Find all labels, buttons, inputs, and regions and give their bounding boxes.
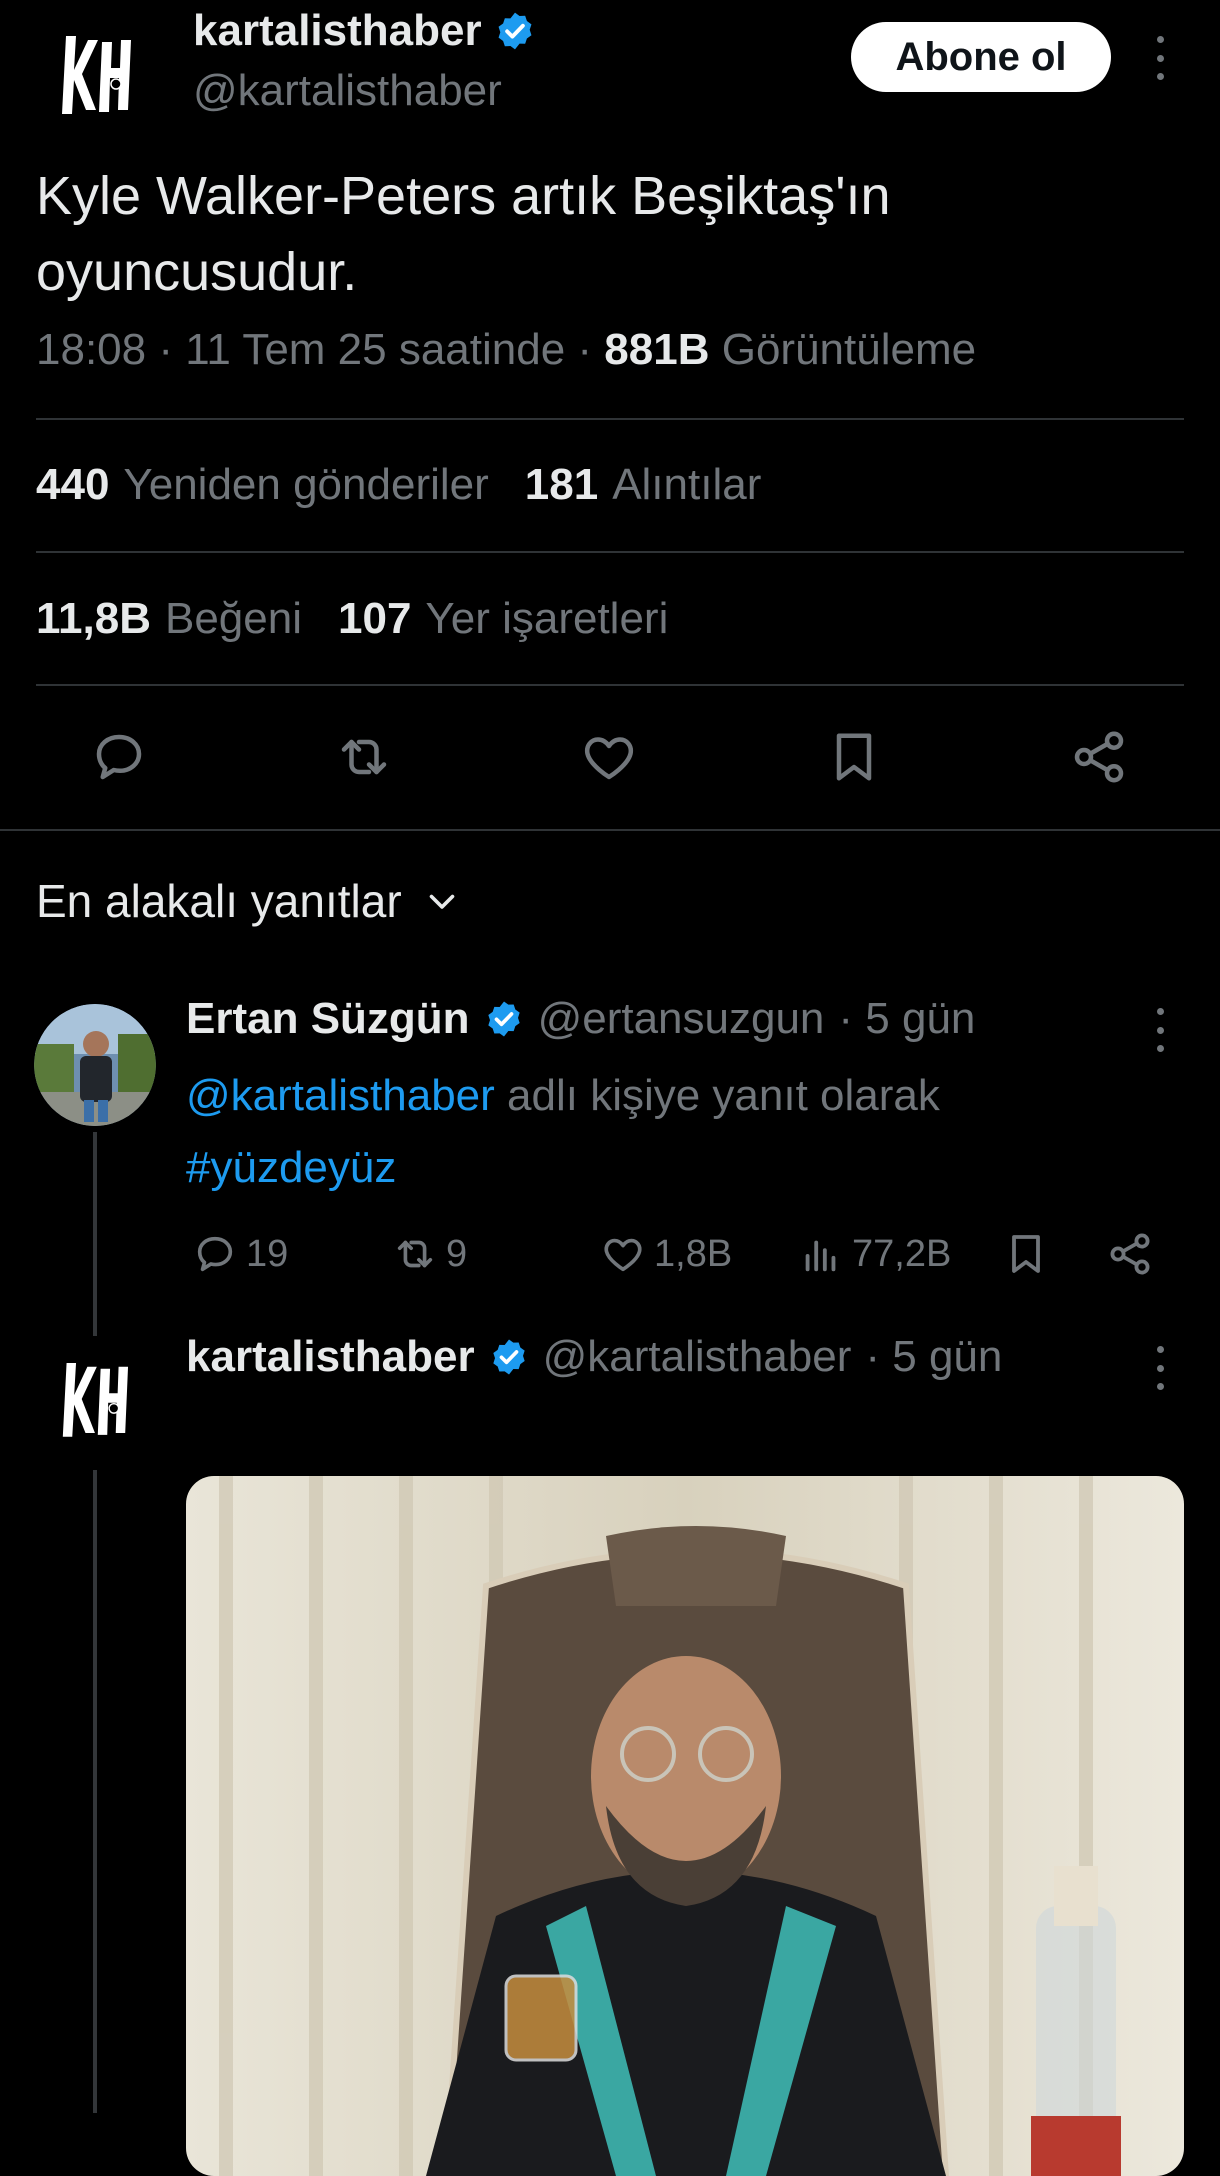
reply-author-handle[interactable]: @ertansuzgun bbox=[538, 994, 825, 1044]
likes-label: Beğeni bbox=[164, 594, 302, 643]
reply-author-name[interactable]: Ertan Süzgün bbox=[186, 994, 470, 1044]
section-divider bbox=[0, 829, 1220, 831]
chevron-down-icon bbox=[429, 894, 454, 909]
divider bbox=[36, 551, 1184, 553]
repost-button[interactable] bbox=[329, 722, 399, 792]
stats-row-2: 11,8B Beğeni 107 Yer işaretleri bbox=[36, 594, 668, 644]
author-handle[interactable]: @kartalisthaber bbox=[193, 66, 502, 116]
repost-icon bbox=[397, 1240, 433, 1268]
reply-author-handle[interactable]: @kartalisthaber bbox=[543, 1332, 852, 1382]
more-icon[interactable] bbox=[1150, 36, 1170, 80]
bookmarks-count: 107 bbox=[338, 594, 412, 643]
reply-button[interactable]: 19 bbox=[192, 1222, 288, 1286]
repost-count: 9 bbox=[446, 1232, 468, 1275]
tweet-time[interactable]: 18:08 · 11 Tem 25 saatinde · bbox=[36, 325, 604, 374]
bookmark-button[interactable] bbox=[819, 722, 889, 792]
more-icon[interactable] bbox=[1150, 1346, 1170, 1390]
reply-icon bbox=[96, 734, 142, 780]
reposts-label: Yeniden gönderiler bbox=[123, 460, 489, 509]
more-icon[interactable] bbox=[1150, 1008, 1170, 1052]
reply-header: Ertan Süzgün @ertansuzgun · 5 gün bbox=[186, 994, 975, 1044]
repost-icon bbox=[341, 739, 387, 775]
reply-icon bbox=[197, 1236, 233, 1272]
verified-badge-icon bbox=[498, 12, 532, 50]
repost-button[interactable]: 9 bbox=[392, 1222, 467, 1286]
bookmark-button[interactable] bbox=[1002, 1222, 1050, 1286]
thread-line bbox=[93, 1470, 97, 2113]
replies-sort-dropdown[interactable]: En alakalı yanıtlar bbox=[36, 874, 460, 928]
quotes-stat[interactable]: 181 Alıntılar bbox=[525, 460, 762, 510]
reply-action-bar: 19 9 1,8B 77,2B bbox=[186, 1222, 1166, 1286]
replies-sort-label: En alakalı yanıtlar bbox=[36, 875, 402, 927]
reply-time[interactable]: · 5 gün bbox=[838, 994, 975, 1044]
reply-count: 19 bbox=[246, 1232, 289, 1275]
like-icon bbox=[584, 737, 634, 780]
mention-link[interactable]: @kartalisthaber bbox=[186, 1071, 495, 1120]
tweet-meta: 18:08 · 11 Tem 25 saatinde · 881B Görünt… bbox=[36, 325, 976, 375]
reply-to-text: adlı kişiye yanıt olarak bbox=[494, 1071, 940, 1120]
like-button[interactable] bbox=[574, 722, 644, 792]
reply-body: @kartalisthaber adlı kişiye yanıt olarak… bbox=[186, 1060, 1086, 1204]
reply-time[interactable]: · 5 gün bbox=[865, 1332, 1002, 1382]
views-button[interactable]: 77,2B bbox=[798, 1222, 951, 1286]
quotes-count: 181 bbox=[524, 460, 599, 509]
share-icon bbox=[1074, 731, 1124, 783]
views-label: Görüntüleme bbox=[721, 325, 977, 374]
divider bbox=[36, 684, 1184, 686]
tweet-action-bar bbox=[36, 722, 1184, 792]
kartalisthaber-logo[interactable] bbox=[42, 1346, 146, 1450]
follow-button[interactable]: Abone ol bbox=[851, 22, 1111, 92]
reposts-count: 440 bbox=[36, 460, 110, 509]
thread-line bbox=[93, 1132, 97, 1336]
views-count: 881B bbox=[604, 325, 710, 374]
like-count: 1,8B bbox=[654, 1232, 733, 1275]
stats-row-1: 440 Yeniden gönderiler 181 Alıntılar bbox=[36, 460, 761, 510]
divider bbox=[36, 418, 1184, 420]
reply-header: kartalisthaber @kartalisthaber · 5 gün bbox=[186, 1332, 1002, 1382]
like-button[interactable]: 1,8B bbox=[600, 1222, 732, 1286]
likes-stat[interactable]: 11,8B Beğeni bbox=[36, 594, 302, 644]
likes-count: 11,8B bbox=[36, 594, 151, 643]
avatar[interactable] bbox=[34, 1004, 156, 1126]
hashtag-link[interactable]: #yüzdeyüz bbox=[186, 1143, 396, 1192]
reposts-stat[interactable]: 440 Yeniden gönderiler bbox=[36, 460, 489, 510]
bookmarks-stat[interactable]: 107 Yer işaretleri bbox=[338, 594, 668, 644]
like-icon bbox=[604, 1238, 642, 1272]
bookmark-icon bbox=[1012, 1235, 1040, 1273]
quotes-label: Alıntılar bbox=[612, 460, 762, 509]
bookmark-icon bbox=[836, 733, 872, 781]
tweet-text: Kyle Walker-Peters artık Beşiktaş'ın oyu… bbox=[36, 166, 891, 302]
author-name-text[interactable]: kartalisthaber bbox=[193, 6, 482, 56]
verified-badge-icon bbox=[492, 1339, 525, 1375]
reply-button[interactable] bbox=[84, 722, 154, 792]
author-name[interactable]: kartalisthaber bbox=[193, 6, 536, 56]
bookmarks-label: Yer işaretleri bbox=[425, 594, 669, 643]
reply-author-name[interactable]: kartalisthaber bbox=[186, 1332, 475, 1382]
reply-image[interactable] bbox=[186, 1476, 1184, 2176]
views-icon bbox=[805, 1240, 836, 1272]
views-count: 77,2B bbox=[852, 1232, 952, 1275]
share-button[interactable] bbox=[1106, 1222, 1154, 1286]
verified-badge-icon bbox=[487, 1001, 520, 1037]
kartalisthaber-logo[interactable] bbox=[40, 18, 150, 128]
share-button[interactable] bbox=[1064, 722, 1134, 792]
share-icon bbox=[1110, 1233, 1150, 1275]
